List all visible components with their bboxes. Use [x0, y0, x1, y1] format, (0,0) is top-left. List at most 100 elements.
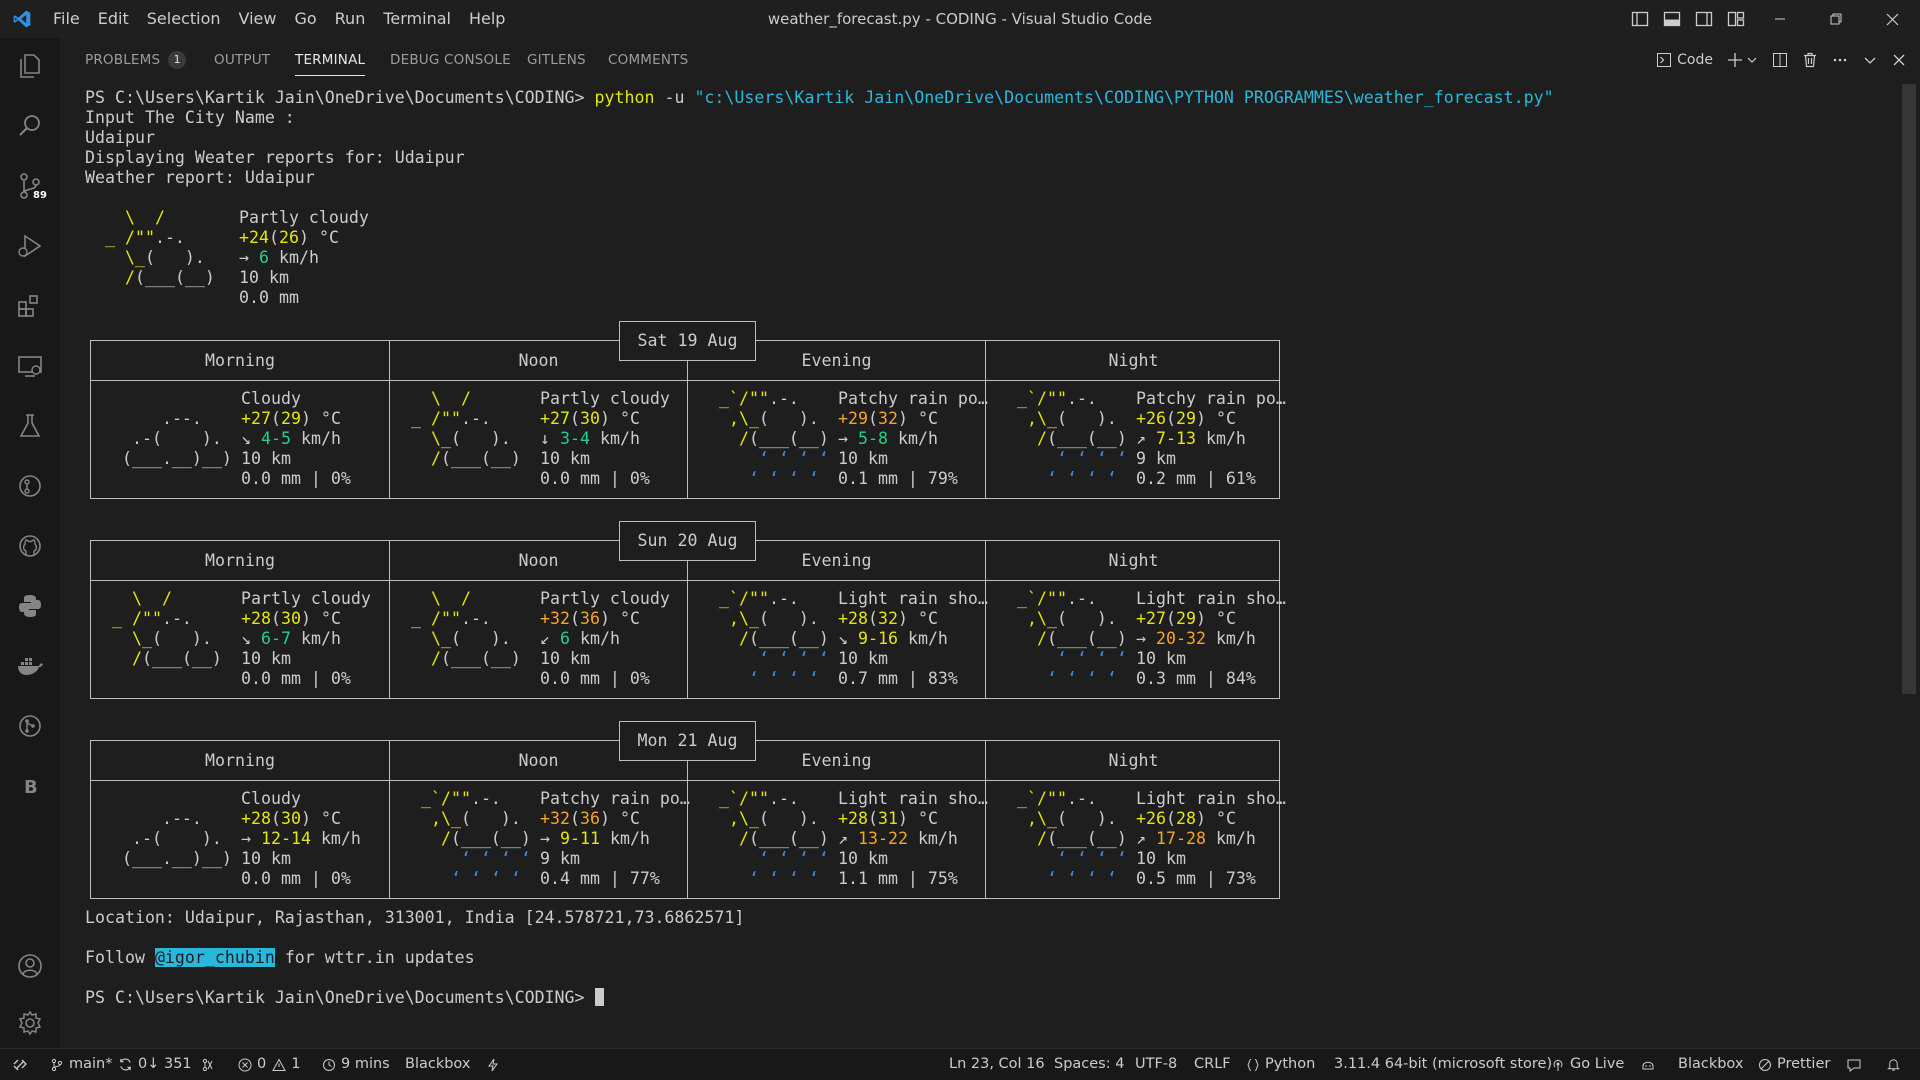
- toggle-panel-icon[interactable]: [1656, 0, 1688, 38]
- indentation[interactable]: Spaces: 4: [1054, 1049, 1124, 1080]
- file-encoding[interactable]: UTF-8: [1135, 1049, 1177, 1080]
- menu-edit[interactable]: Edit: [89, 0, 138, 38]
- tab-debug-console[interactable]: DEBUG CONSOLE: [390, 38, 511, 82]
- new-terminal-button[interactable]: [1720, 38, 1765, 82]
- notifications-bell-icon[interactable]: [1886, 1049, 1906, 1080]
- output-line: Udaipur: [85, 128, 155, 147]
- accounts-icon[interactable]: [0, 941, 60, 991]
- forecast-grid: Morning .--. .-( ). (___.__)__) Cloudy +2…: [90, 740, 1286, 899]
- period-name: Night: [1108, 351, 1159, 370]
- forecast-day-table: Mon 21 Aug Morning .--. .-( ). (___.__)__…: [90, 721, 1286, 899]
- search-icon[interactable]: [0, 101, 60, 151]
- twitter-handle-link[interactable]: @igor_chubin: [154, 948, 275, 967]
- language-mode[interactable]: Python: [1246, 1049, 1315, 1080]
- menu-selection[interactable]: Selection: [138, 0, 230, 38]
- tab-problems[interactable]: PROBLEMS 1: [85, 38, 187, 82]
- blackbox-status-left[interactable]: Blackbox: [405, 1049, 470, 1080]
- sync-indicator[interactable]: 0↓ 351: [118, 1049, 192, 1080]
- split-terminal-icon[interactable]: [1765, 38, 1795, 82]
- tab-comments[interactable]: COMMENTS: [608, 38, 688, 82]
- condition: Partly cloudy: [241, 589, 371, 608]
- minimize-icon[interactable]: [1752, 0, 1808, 38]
- visibility: 10 km: [838, 849, 888, 868]
- maximize-panel-chevron-icon[interactable]: [1855, 38, 1885, 82]
- feedback-icon[interactable]: [1846, 1049, 1867, 1080]
- terminal-scrollbar[interactable]: [1902, 84, 1916, 694]
- cursor-position[interactable]: Ln 23, Col 16: [949, 1049, 1045, 1080]
- visibility: 9 km: [1136, 449, 1176, 468]
- gitlens-status-icon[interactable]: [200, 1049, 221, 1080]
- branch-indicator[interactable]: main*: [50, 1049, 112, 1080]
- python-interpreter[interactable]: 3.11.4 64-bit (microsoft store): [1334, 1049, 1552, 1080]
- extensions-icon[interactable]: [0, 281, 60, 331]
- forecast-period-column: Noon _`/"".-. ,\_( ). /(___(__) ‘ ‘ ‘ ‘ …: [389, 741, 690, 898]
- menu-go[interactable]: Go: [285, 0, 325, 38]
- blackbox-icon[interactable]: B: [0, 761, 60, 811]
- gitlens-icon[interactable]: [0, 461, 60, 511]
- toggle-primary-sidebar-icon[interactable]: [1624, 0, 1656, 38]
- current-weather-info: Partly cloudy +24(26) °C → 6 km/h 10 km …: [239, 208, 369, 307]
- menu-help[interactable]: Help: [460, 0, 514, 38]
- wind-speed: 20-32: [1156, 629, 1206, 648]
- menu-view[interactable]: View: [230, 0, 286, 38]
- time-tracker[interactable]: 9 mins: [322, 1049, 390, 1080]
- git-graph-icon[interactable]: [0, 701, 60, 751]
- close-window-icon[interactable]: [1864, 0, 1920, 38]
- wind-direction: →: [540, 829, 550, 848]
- output-line: Weather report: Udaipur: [85, 168, 315, 187]
- prettier-status[interactable]: Prettier: [1758, 1049, 1830, 1080]
- visibility: 10 km: [241, 849, 291, 868]
- forecast-period-column: Morning .--. .-( ). (___.__)__) Cloudy +2…: [91, 741, 389, 898]
- customize-layout-icon[interactable]: [1720, 0, 1752, 38]
- feels-like: 36: [579, 809, 600, 828]
- wind-speed: 12-14: [261, 829, 311, 848]
- period-weather-info: Light rain sho… +28(32) °C ↘ 9-16 km/h 1…: [838, 589, 988, 688]
- period-weather-info: Patchy rain po… +32(36) °C → 9-11 km/h 9…: [540, 789, 690, 888]
- terminal-cursor: [594, 988, 604, 1006]
- run-debug-icon[interactable]: [0, 221, 60, 271]
- visibility: 10 km: [241, 649, 291, 668]
- terminal-profile-label: Code: [1677, 52, 1713, 68]
- menu-file[interactable]: File: [44, 0, 89, 38]
- testing-icon[interactable]: [0, 401, 60, 451]
- tab-terminal[interactable]: TERMINAL: [295, 38, 366, 82]
- docker-icon[interactable]: [0, 641, 60, 691]
- tab-output[interactable]: OUTPUT: [214, 38, 270, 82]
- copilot-status-icon[interactable]: [1640, 1049, 1661, 1080]
- feels-like: 32: [877, 409, 898, 428]
- close-panel-icon[interactable]: [1885, 38, 1920, 82]
- lightning-icon[interactable]: [486, 1049, 505, 1080]
- prettier-disabled-icon: [1759, 1058, 1771, 1071]
- terminal-output[interactable]: PS C:\Users\Kartik Jain\OneDrive\Documen…: [85, 88, 1885, 1040]
- more-actions-icon[interactable]: [1825, 38, 1855, 82]
- tab-gitlens[interactable]: GITLENS: [527, 38, 586, 82]
- remote-explorer-icon[interactable]: [0, 341, 60, 391]
- blackbox-status-right[interactable]: Blackbox: [1678, 1049, 1743, 1080]
- terminal-profile-button[interactable]: Code: [1649, 38, 1720, 82]
- settings-gear-icon[interactable]: [0, 998, 60, 1048]
- problems-indicator[interactable]: 01: [238, 1049, 300, 1080]
- weather-ascii-art: _`/"".-. ,\_( ). /(___(__) ‘ ‘ ‘ ‘ ‘ ‘ ‘…: [1007, 589, 1127, 688]
- weather-ascii-art: _`/"".-. ,\_( ). /(___(__) ‘ ‘ ‘ ‘ ‘ ‘ ‘…: [411, 789, 531, 888]
- restore-icon[interactable]: [1808, 0, 1864, 38]
- wind-direction: ↘: [838, 629, 848, 648]
- temperature: +28: [241, 609, 271, 628]
- condition: Patchy rain po…: [838, 389, 988, 408]
- menu-run[interactable]: Run: [326, 0, 375, 38]
- remote-indicator-icon[interactable]: [12, 1049, 33, 1080]
- menu-terminal[interactable]: Terminal: [374, 0, 460, 38]
- precipitation: 0.0 mm | 0%: [540, 469, 650, 488]
- source-control-badge: 89: [31, 189, 49, 202]
- github-icon[interactable]: [0, 521, 60, 571]
- end-of-line[interactable]: CRLF: [1194, 1049, 1231, 1080]
- toggle-secondary-sidebar-icon[interactable]: [1688, 0, 1720, 38]
- temperature: +27: [1136, 609, 1166, 628]
- temperature: +32: [540, 609, 570, 628]
- wind-speed: 7-13: [1156, 429, 1196, 448]
- source-control-icon[interactable]: 89: [0, 161, 60, 211]
- python-icon[interactable]: [0, 581, 60, 631]
- problems-count-badge: 1: [168, 51, 187, 69]
- kill-terminal-trash-icon[interactable]: [1795, 38, 1825, 82]
- go-live-button[interactable]: Go Live: [1551, 1049, 1624, 1080]
- explorer-icon[interactable]: [0, 41, 60, 91]
